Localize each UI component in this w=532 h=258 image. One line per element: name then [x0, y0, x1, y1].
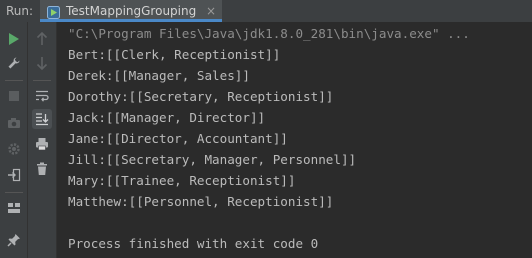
console-output[interactable]: "C:\Program Files\Java\jdk1.8.0_281\bin\…	[57, 22, 532, 258]
toolbar-separator	[33, 80, 51, 81]
run-icon[interactable]	[4, 29, 24, 49]
console-output-line: Dorothy:[[Secretary, Receptionist]]	[68, 89, 334, 104]
run-label: Run:	[6, 4, 34, 18]
console-output-line: Jill:[[Secretary, Manager, Personnel]]	[68, 152, 357, 167]
camera-icon[interactable]	[4, 113, 24, 133]
tab-close-icon[interactable]: ×	[206, 3, 216, 19]
console-output-line: Mary:[[Trainee, Receptionist]]	[68, 173, 296, 188]
layout-icon[interactable]	[4, 198, 24, 218]
console-toolbar	[28, 22, 57, 258]
tab-title: TestMappingGrouping	[66, 4, 197, 18]
console-command-line: "C:\Program Files\Java\jdk1.8.0_281\bin\…	[68, 26, 470, 41]
soft-wrap-icon[interactable]	[32, 86, 52, 106]
java-class-icon	[47, 4, 60, 19]
toolbar-separator	[5, 80, 23, 81]
wrench-icon[interactable]	[4, 53, 24, 73]
stop-icon[interactable]	[4, 86, 24, 106]
down-arrow-icon[interactable]	[32, 53, 52, 73]
console-output-line: Jane:[[Director, Accountant]]	[68, 131, 288, 146]
run-tool-window-header: Run: TestMappingGrouping ×	[0, 0, 532, 23]
scroll-to-end-icon[interactable]	[32, 109, 52, 129]
tab-test-mapping-grouping[interactable]: TestMappingGrouping ×	[40, 0, 222, 22]
toolbar-separator	[5, 192, 23, 193]
pin-icon[interactable]	[4, 230, 24, 250]
left-toolbar	[0, 22, 28, 258]
settings-icon[interactable]	[4, 139, 24, 159]
process-exit-message: Process finished with exit code 0	[68, 236, 319, 251]
console-output-line: Derek:[[Manager, Sales]]	[68, 68, 250, 83]
login-icon[interactable]	[4, 165, 24, 185]
print-icon[interactable]	[32, 134, 52, 154]
up-arrow-icon[interactable]	[32, 29, 52, 49]
trash-icon[interactable]	[32, 159, 52, 179]
console-output-line: Jack:[[Manager, Director]]	[68, 110, 266, 125]
console-output-line: Matthew:[[Personnel, Receptionist]]	[68, 194, 334, 209]
console-output-line: Bert:[[Clerk, Receptionist]]	[68, 47, 281, 62]
